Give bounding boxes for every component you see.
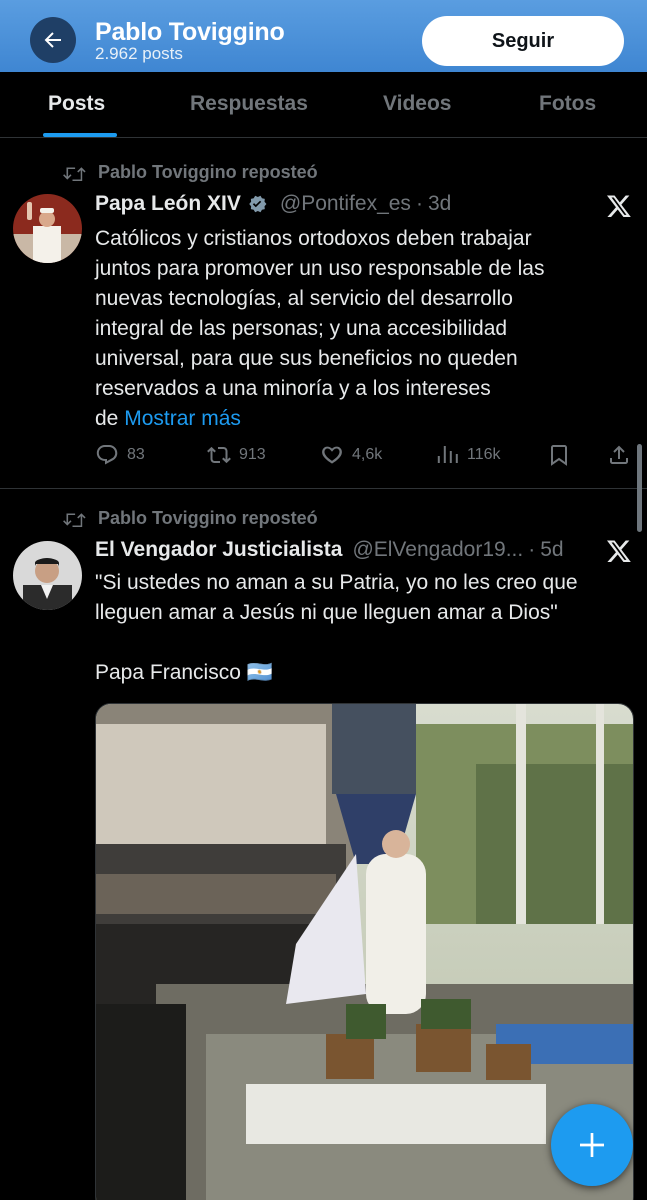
post-header: El Vengador Justicialista @ElVengador19.… <box>95 538 564 562</box>
verified-badge-icon <box>249 195 267 213</box>
show-more-link[interactable]: Mostrar más <box>124 407 241 430</box>
author-handle[interactable]: @ElVengador19... <box>352 538 523 562</box>
post-text-line: integral de las personas; y una accesibi… <box>95 317 508 340</box>
share-icon <box>610 445 628 464</box>
x-logo-icon[interactable] <box>606 538 632 564</box>
post-text-line: lleguen amar a Jesús ni que lleguen amar… <box>95 601 558 624</box>
post-text-line: universal, para que sus beneficios no qu… <box>95 347 518 370</box>
views-count: 116k <box>467 446 501 463</box>
scrollbar[interactable] <box>637 444 642 532</box>
compose-button[interactable] <box>551 1104 633 1186</box>
post-time[interactable]: 3d <box>428 192 451 216</box>
active-tab-indicator <box>43 133 117 137</box>
reply-icon <box>96 445 118 465</box>
arrow-left-icon <box>44 32 61 48</box>
avatar-pontifex-image <box>13 194 82 263</box>
repost-icon <box>207 446 231 464</box>
repost-indicator: Pablo Toviggino reposteó <box>62 162 318 183</box>
author-handle[interactable]: @Pontifex_es <box>280 192 411 216</box>
post-text-line: Católicos y cristianos ortodoxos deben t… <box>95 227 532 250</box>
reply-button[interactable]: 83 <box>95 443 145 467</box>
x-logo-icon[interactable] <box>606 193 632 219</box>
repost-indicator: Pablo Toviggino reposteó <box>62 508 318 529</box>
views-button[interactable]: 116k <box>435 443 501 467</box>
post-text-line: de <box>95 407 119 430</box>
like-count: 4,6k <box>352 446 383 463</box>
plus-icon <box>580 1133 604 1157</box>
author-name[interactable]: El Vengador Justicialista <box>95 538 342 562</box>
repost-count: 913 <box>239 446 266 463</box>
tab-posts[interactable]: Posts <box>48 92 105 116</box>
post-text: "Si ustedes no aman a su Patria, yo no l… <box>95 568 635 688</box>
repost-icon <box>63 166 86 181</box>
avatar[interactable] <box>13 194 82 263</box>
post-text-line <box>95 628 635 658</box>
profile-header: Pablo Toviggino 2.962 posts Seguir <box>0 0 647 72</box>
post-text-line: reservados a una minoría y a los interes… <box>95 377 491 400</box>
profile-tabs: Posts Respuestas Videos Fotos <box>0 72 647 138</box>
separator: · <box>528 538 536 561</box>
video-thumbnail-image <box>96 704 633 1200</box>
post-video[interactable] <box>95 703 634 1200</box>
back-button[interactable] <box>30 17 76 63</box>
post-text-line: "Si ustedes no aman a su Patria, yo no l… <box>95 571 578 594</box>
tab-replies[interactable]: Respuestas <box>190 92 308 116</box>
bookmark-icon <box>551 445 567 466</box>
reply-count: 83 <box>127 446 145 463</box>
repost-label: Pablo Toviggino reposteó <box>98 162 318 182</box>
like-button[interactable]: 4,6k <box>320 443 382 467</box>
repost-icon <box>63 512 86 527</box>
bookmark-button[interactable] <box>547 443 571 467</box>
post-text-line: Papa Francisco 🇦🇷 <box>95 661 273 684</box>
repost-button[interactable]: 913 <box>207 443 266 467</box>
separator: · <box>415 192 423 215</box>
tab-videos[interactable]: Videos <box>383 92 451 116</box>
avatar-vengador-image <box>13 541 82 610</box>
post-divider <box>0 488 647 489</box>
post-text-last-line: de Mostrar más <box>95 404 615 434</box>
post-actions: 83 913 4,6k 116k <box>95 443 640 473</box>
post-time[interactable]: 5d <box>540 538 563 562</box>
post-header: Papa León XIV @Pontifex_es · 3d <box>95 192 451 216</box>
profile-name: Pablo Toviggino <box>95 18 285 46</box>
views-icon <box>437 446 458 463</box>
post-text: Católicos y cristianos ortodoxos deben t… <box>95 224 615 434</box>
follow-button[interactable]: Seguir <box>422 16 624 66</box>
avatar[interactable] <box>13 541 82 610</box>
author-name[interactable]: Papa León XIV <box>95 192 241 216</box>
post-text-line: nuevas tecnologías, al servicio del desa… <box>95 287 513 310</box>
share-button[interactable] <box>607 443 631 467</box>
repost-label: Pablo Toviggino reposteó <box>98 508 318 528</box>
heart-icon <box>322 446 342 464</box>
post-text-line: juntos para promover un uso responsable … <box>95 257 545 280</box>
tab-photos[interactable]: Fotos <box>539 92 596 116</box>
post-count: 2.962 posts <box>95 44 183 63</box>
